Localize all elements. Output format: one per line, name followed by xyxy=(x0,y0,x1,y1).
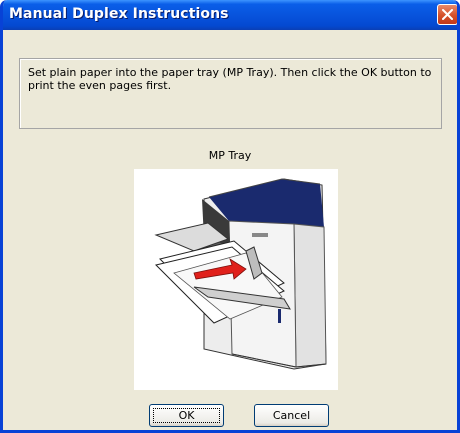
cancel-button[interactable]: Cancel xyxy=(254,404,329,427)
ok-button[interactable]: OK xyxy=(149,404,224,427)
window-title: Manual Duplex Instructions xyxy=(9,6,229,22)
printer-mp-tray-illustration xyxy=(134,169,338,390)
cancel-label: Cancel xyxy=(272,409,311,422)
focus-rectangle xyxy=(153,408,220,423)
close-button[interactable] xyxy=(437,4,457,25)
close-x-icon xyxy=(442,9,453,20)
dialog-window: Manual Duplex Instructions Set plain pap… xyxy=(0,0,460,433)
tray-label: MP Tray xyxy=(208,149,252,162)
instruction-text: Set plain paper into the paper tray (MP … xyxy=(28,66,432,92)
instruction-groupbox: Set plain paper into the paper tray (MP … xyxy=(19,58,442,129)
title-bar[interactable]: Manual Duplex Instructions xyxy=(3,0,457,30)
